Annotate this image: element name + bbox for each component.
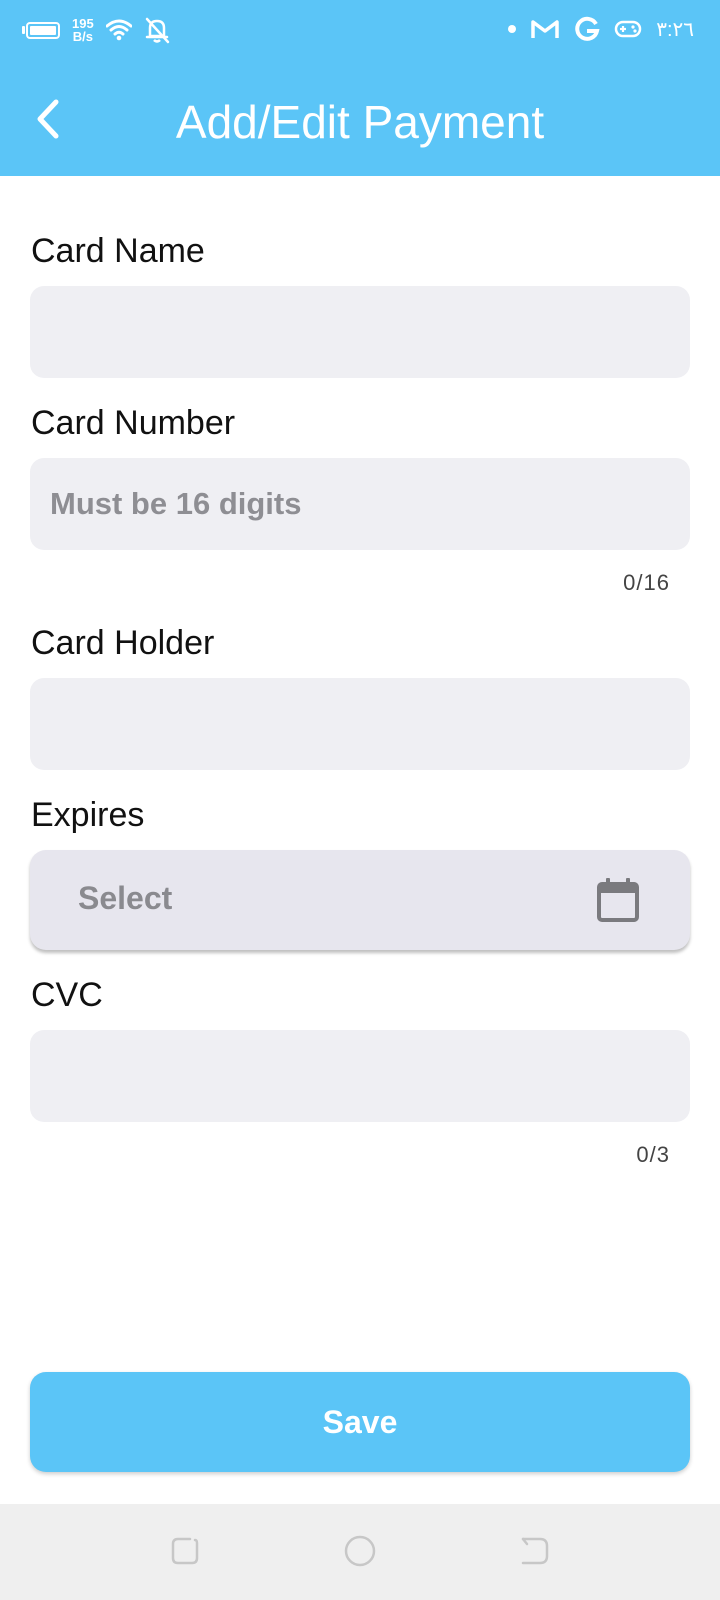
recents-icon[interactable] xyxy=(168,1534,202,1573)
card-number-counter: 0/16 xyxy=(623,570,670,595)
battery-icon xyxy=(26,21,60,39)
card-name-field[interactable] xyxy=(30,286,690,378)
home-icon[interactable] xyxy=(343,1534,377,1573)
card-holder-field[interactable] xyxy=(30,678,690,770)
card-holder-label: Card Holder xyxy=(31,624,215,662)
status-bar-left: 195 B/s xyxy=(22,16,170,44)
cvc-counter: 0/3 xyxy=(636,1142,670,1167)
save-button[interactable]: Save xyxy=(30,1372,690,1472)
gmail-icon xyxy=(530,17,560,41)
status-bar: 195 B/s ٣:٢٦ xyxy=(0,0,720,64)
app-bar: Add/Edit Payment xyxy=(0,64,720,176)
network-speed: 195 B/s xyxy=(72,17,94,43)
card-number-label: Card Number xyxy=(31,404,236,442)
wifi-icon xyxy=(105,19,132,41)
card-number-field[interactable] xyxy=(30,458,690,550)
status-time: ٣:٢٦ xyxy=(656,18,694,41)
expires-select-text: Select xyxy=(78,880,173,916)
navigation-bar xyxy=(0,1504,720,1600)
network-speed-unit: B/s xyxy=(72,29,93,44)
expires-select[interactable]: Select xyxy=(30,850,690,950)
page-title: Add/Edit Payment xyxy=(175,96,545,148)
gamepad-icon xyxy=(614,19,642,39)
battery-nub xyxy=(22,26,25,34)
card-number-input[interactable] xyxy=(30,458,690,550)
google-icon xyxy=(574,16,600,42)
card-name-input[interactable] xyxy=(30,286,690,378)
dot-icon xyxy=(508,25,517,33)
card-holder-input[interactable] xyxy=(30,678,690,770)
cvc-label: CVC xyxy=(31,976,103,1014)
bell-off-icon xyxy=(144,16,170,44)
cvc-field[interactable] xyxy=(30,1030,690,1122)
expires-label: Expires xyxy=(31,796,145,834)
card-name-label: Card Name xyxy=(31,232,205,270)
back-icon[interactable] xyxy=(518,1534,552,1573)
status-bar-right: ٣:٢٦ xyxy=(494,16,694,42)
cvc-input[interactable] xyxy=(30,1030,690,1122)
calendar-icon xyxy=(596,876,640,929)
